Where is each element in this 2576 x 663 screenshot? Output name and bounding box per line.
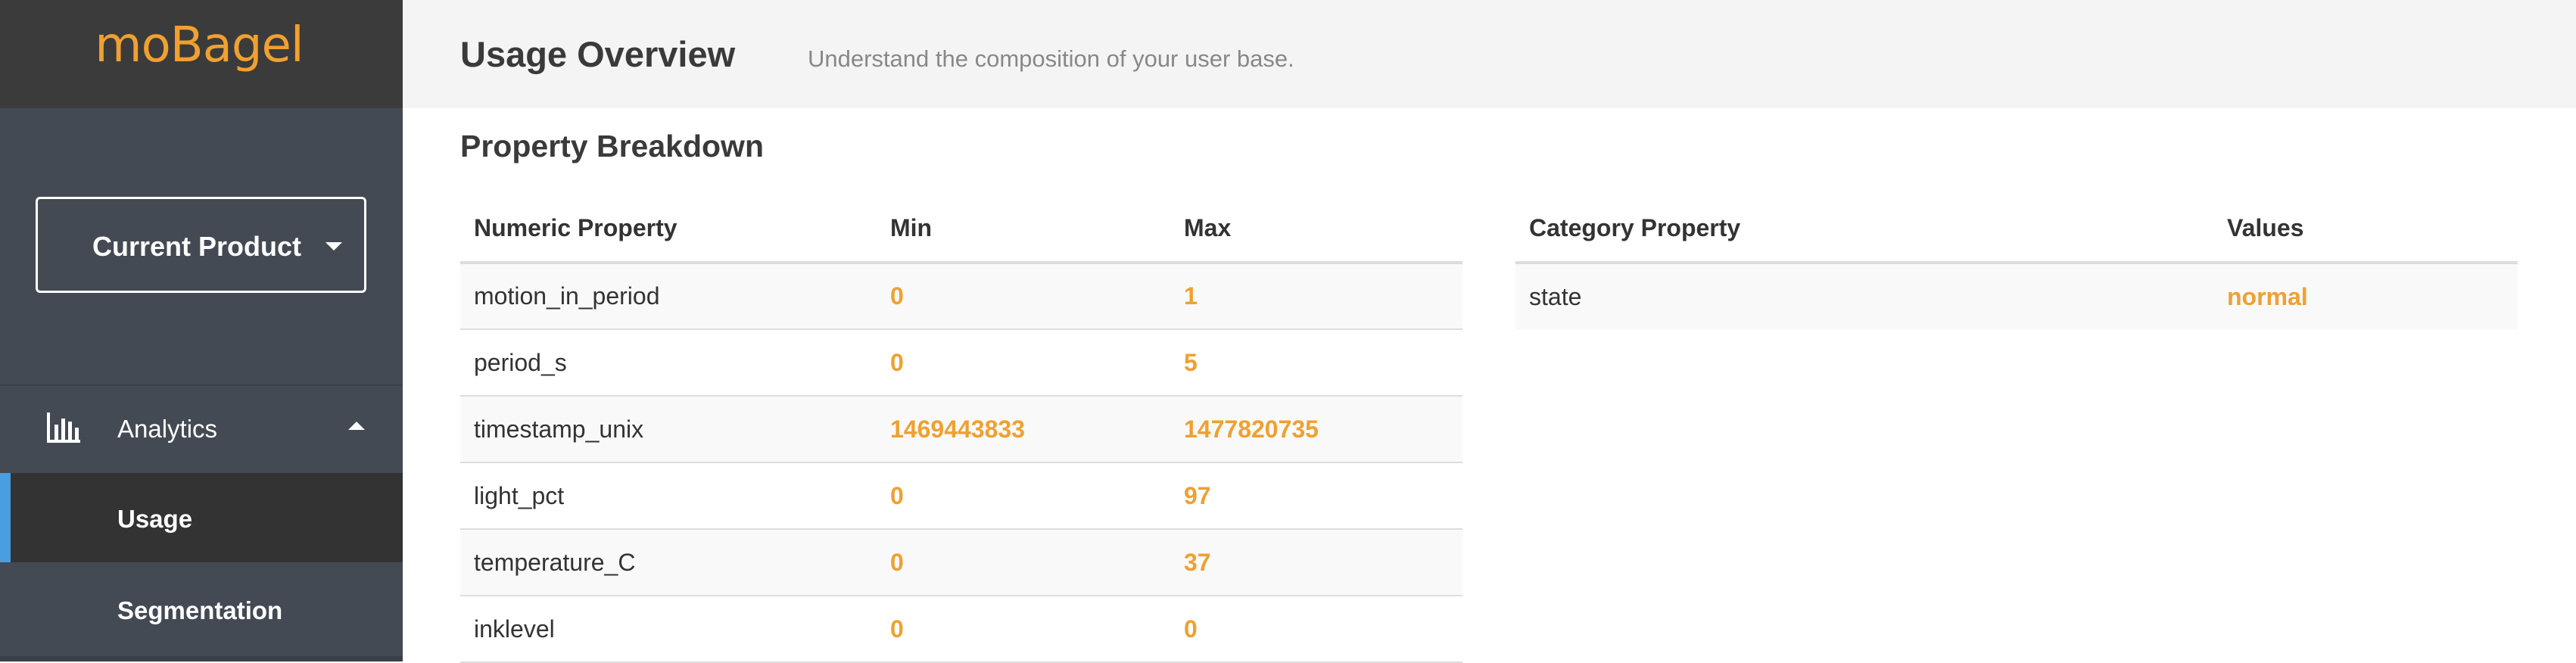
column-header: Category Property	[1515, 195, 2213, 264]
sidebar: moBagel Current Product Analytics Usage …	[0, 0, 403, 661]
sidebar-item-label: Analytics	[117, 415, 218, 443]
table-header-row: Numeric Property Min Max	[460, 195, 1462, 264]
min-value: 0	[877, 596, 1170, 663]
sidebar-item-label: Segmentation	[117, 596, 283, 624]
sidebar-item-analytics[interactable]: Analytics	[0, 386, 403, 473]
property-name: state	[1515, 263, 2213, 329]
max-value: 0	[1170, 596, 1462, 663]
max-value: 1	[1170, 263, 1462, 330]
category-value: normal	[2213, 263, 2518, 329]
logo-bar: moBagel	[0, 0, 403, 108]
page-subtitle: Understand the composition of your user …	[808, 45, 1294, 72]
property-name: period_s	[460, 329, 877, 397]
chevron-down-icon	[326, 242, 342, 251]
min-value: 0	[877, 529, 1170, 596]
page-header: Usage Overview Understand the compositio…	[403, 0, 2576, 108]
table-row: motion_in_period 0 1	[460, 263, 1462, 330]
table-row: state normal	[1515, 263, 2518, 329]
page-title: Usage Overview	[460, 34, 736, 74]
sidebar-item-segmentation[interactable]: Segmentation	[0, 562, 403, 656]
property-name: light_pct	[460, 462, 877, 530]
column-header: Numeric Property	[460, 195, 877, 264]
active-indicator	[0, 473, 11, 562]
product-selector-button[interactable]: Current Product	[36, 197, 366, 293]
chevron-up-icon	[348, 422, 365, 430]
product-selector-label: Current Product	[92, 231, 302, 262]
property-name: timestamp_unix	[460, 396, 877, 463]
property-name: temperature_C	[460, 529, 877, 596]
table-row: inklevel 0 0	[460, 596, 1462, 663]
numeric-property-table: Numeric Property Min Max motion_in_perio…	[460, 195, 1462, 663]
max-value: 37	[1170, 529, 1462, 596]
column-header: Max	[1170, 195, 1462, 264]
min-value: 1469443833	[877, 396, 1170, 463]
property-name: motion_in_period	[460, 263, 877, 330]
table-header-row: Category Property Values	[1515, 195, 2518, 264]
nav-divider	[0, 656, 403, 661]
table-row: timestamp_unix 1469443833 1477820735	[460, 396, 1462, 463]
table-row: temperature_C 0 37	[460, 529, 1462, 596]
property-name: inklevel	[460, 596, 877, 663]
min-value: 0	[877, 462, 1170, 530]
min-value: 0	[877, 329, 1170, 397]
logo[interactable]: moBagel	[95, 17, 304, 73]
max-value: 97	[1170, 462, 1462, 530]
sidebar-item-label: Usage	[117, 505, 193, 533]
min-value: 0	[877, 263, 1170, 330]
sidebar-item-usage[interactable]: Usage	[0, 473, 403, 562]
max-value: 1477820735	[1170, 396, 1462, 463]
category-property-table: Category Property Values state normal	[1515, 195, 2518, 329]
column-header: Values	[2213, 195, 2518, 264]
bar-chart-icon	[47, 412, 80, 443]
max-value: 5	[1170, 329, 1462, 397]
table-row: light_pct 0 97	[460, 462, 1462, 530]
column-header: Min	[877, 195, 1170, 264]
section-title: Property Breakdown	[460, 129, 764, 163]
table-row: period_s 0 5	[460, 329, 1462, 397]
